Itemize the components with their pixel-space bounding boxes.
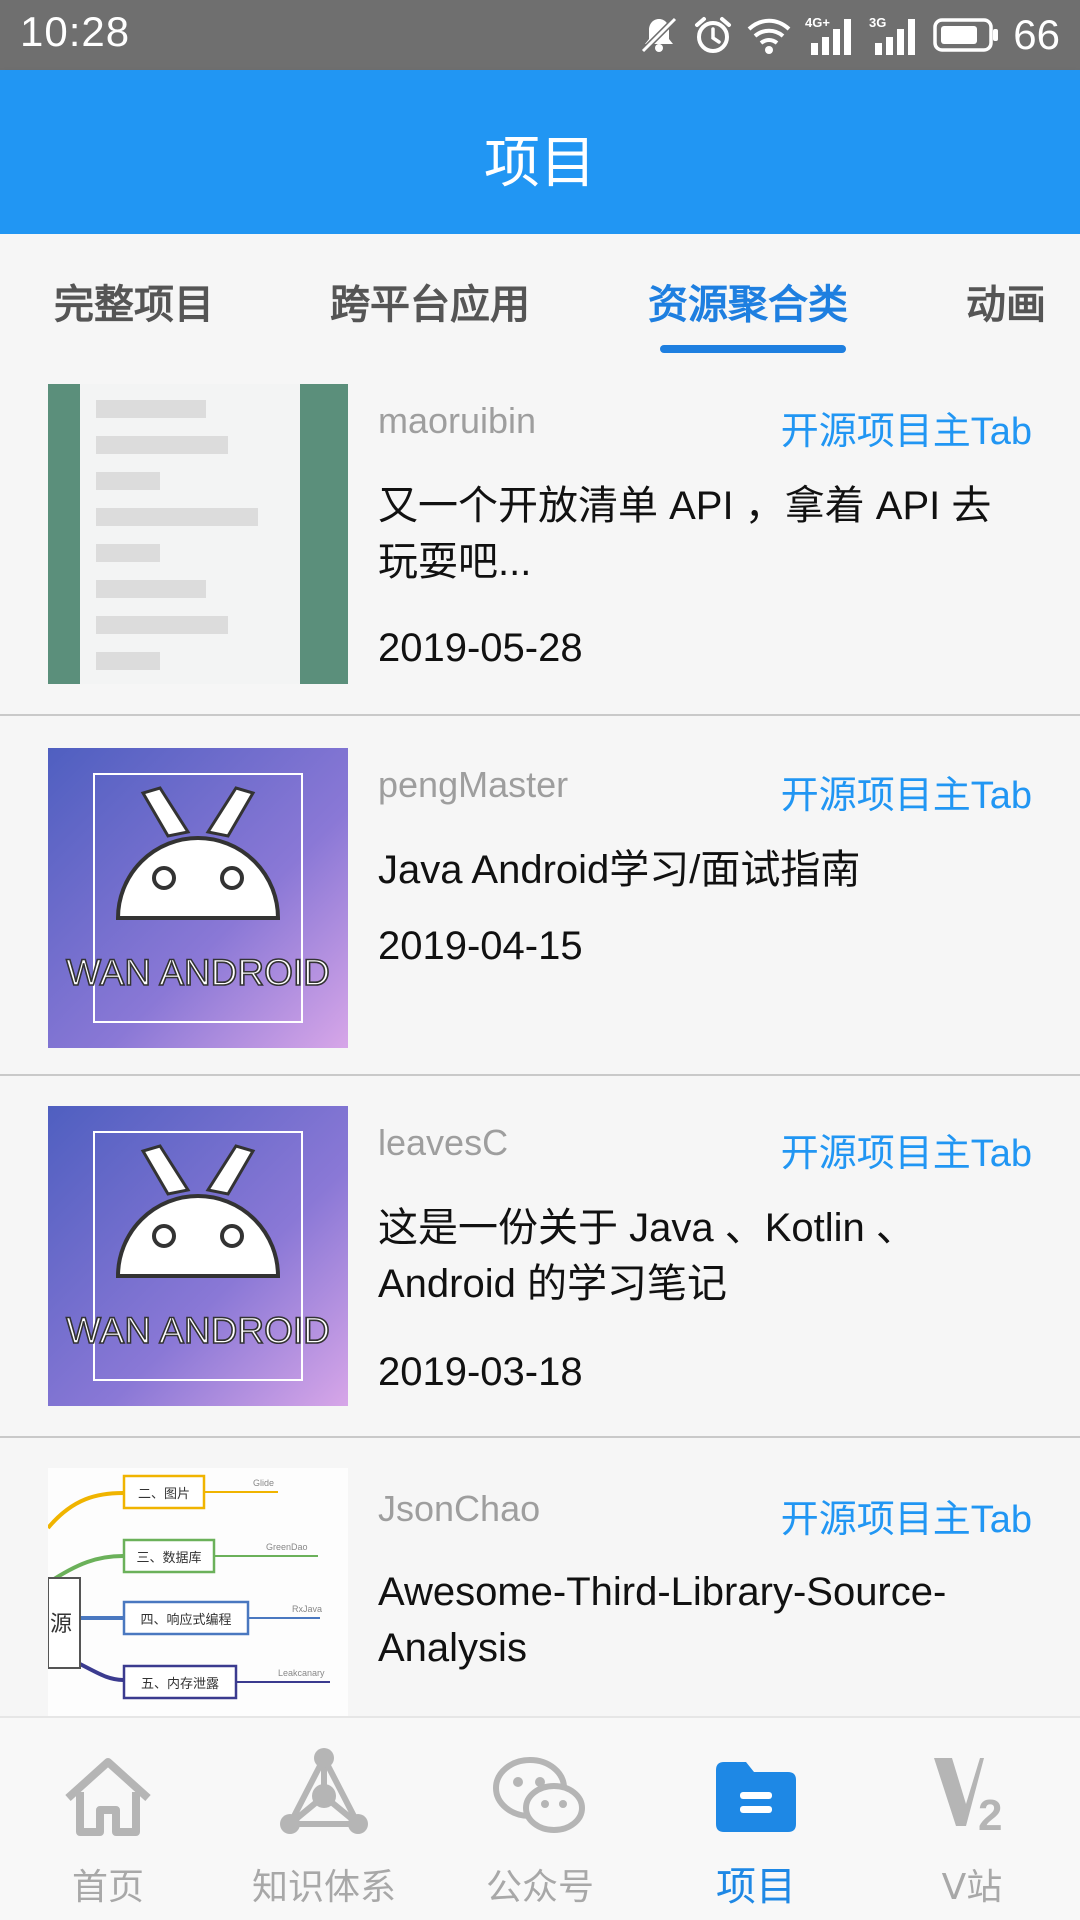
nav-v2[interactable]: 2 V站 (864, 1718, 1080, 1920)
battery-icon (933, 18, 999, 52)
mindmap-node: 五、内存泄露 (141, 1676, 219, 1692)
project-thumbnail: 源 二、图片 Glide 三、数据库 GreenDao 四、响应式编程 RxJa… (48, 1468, 348, 1716)
nav-projects[interactable]: 项目 (648, 1718, 864, 1920)
tab-resource-aggregation[interactable]: 资源聚合类 (648, 272, 848, 330)
mindmap-label: Glide (253, 1478, 274, 1488)
mindmap-node: 三、数据库 (136, 1550, 201, 1566)
nav-label: 首页 (71, 1867, 144, 1908)
wan-android-logo-text: WAN ANDROID (66, 952, 330, 993)
app-bar: 项目 (0, 70, 1080, 234)
category-tabs: 完整项目 跨平台应用 资源聚合类 动画 (0, 234, 1080, 354)
v2-icon: 2 (934, 1758, 1002, 1840)
bottom-navigation: 首页 知识体系 公众号 项目 2 V站 (0, 1716, 1080, 1920)
project-title[interactable]: Awesome-Third-Library-Source-Analysis (378, 1564, 1028, 1676)
nav-label: 项目 (716, 1864, 796, 1910)
project-title[interactable]: 这是一份关于 Java 、Kotlin 、Android 的学习笔记 (378, 1200, 1028, 1312)
wechat-icon (493, 1757, 585, 1833)
project-date: 2019-03-18 (378, 1350, 583, 1394)
alarm-icon (695, 17, 732, 53)
mindmap-center: 源 (50, 1612, 72, 1637)
project-tag[interactable]: 开源项目主Tab (781, 400, 1032, 455)
project-author: leavesC (378, 1122, 509, 1163)
network-icon (280, 1748, 368, 1834)
status-icons: 4G+ 3G 66 (639, 8, 1060, 62)
signal-3g-icon: 3G (869, 15, 916, 55)
project-thumbnail (48, 384, 348, 684)
tab-indicator (660, 345, 846, 353)
mute-icon (641, 16, 678, 54)
mindmap-label: RxJava (292, 1604, 322, 1614)
project-thumbnail: WAN ANDROID (48, 1106, 348, 1406)
project-title[interactable]: 又一个开放清单 API ，拿着 API 去玩耍吧... (378, 478, 1028, 590)
nav-label: 公众号 (485, 1867, 594, 1908)
project-author: pengMaster (378, 764, 569, 805)
project-item[interactable]: 源 二、图片 Glide 三、数据库 GreenDao 四、响应式编程 RxJa… (0, 1438, 1080, 1716)
mindmap-node: 四、响应式编程 (140, 1612, 231, 1628)
project-tag[interactable]: 开源项目主Tab (781, 764, 1032, 819)
signal-4g-icon: 4G+ (805, 15, 852, 55)
project-item[interactable]: WAN ANDROID pengMaster 开源项目主Tab Java And… (0, 716, 1080, 1076)
project-author: JsonChao (378, 1488, 541, 1529)
status-bar: 10:28 4G+ 3G 66 (0, 0, 1080, 70)
nav-label: 知识体系 (251, 1867, 396, 1908)
tab-animation[interactable]: 动画 (966, 272, 1046, 330)
tab-complete-projects[interactable]: 完整项目 (54, 272, 214, 330)
tab-cross-platform[interactable]: 跨平台应用 (330, 272, 530, 330)
svg-text:2: 2 (978, 1791, 1002, 1840)
nav-knowledge[interactable]: 知识体系 (216, 1718, 432, 1920)
project-tag[interactable]: 开源项目主Tab (781, 1122, 1032, 1177)
project-item[interactable]: WAN ANDROID leavesC 开源项目主Tab 这是一份关于 Java… (0, 1076, 1080, 1438)
project-date: 2019-04-15 (378, 924, 583, 968)
battery-level: 66 (1013, 11, 1060, 58)
project-author: maoruibin (378, 400, 537, 441)
project-tag[interactable]: 开源项目主Tab (781, 1488, 1032, 1543)
folder-icon (716, 1762, 796, 1832)
svg-text:4G+: 4G+ (805, 15, 830, 30)
wan-android-logo-text: WAN ANDROID (66, 1310, 330, 1351)
wifi-icon (747, 18, 791, 54)
nav-label: V站 (941, 1867, 1003, 1908)
mindmap-label: GreenDao (266, 1542, 308, 1552)
status-time: 10:28 (20, 8, 131, 55)
nav-wechat[interactable]: 公众号 (432, 1718, 648, 1920)
project-item[interactable]: maoruibin 开源项目主Tab 又一个开放清单 API ，拿着 API 去… (0, 356, 1080, 716)
project-date: 2019-05-28 (378, 626, 583, 670)
nav-home[interactable]: 首页 (0, 1718, 216, 1920)
mindmap-node: 二、图片 (138, 1487, 190, 1502)
page-title: 项目 (484, 131, 596, 196)
project-thumbnail: WAN ANDROID (48, 748, 348, 1048)
svg-text:3G: 3G (869, 15, 886, 30)
mindmap-label: Leakcanary (278, 1668, 325, 1678)
home-icon (65, 1758, 151, 1836)
project-title[interactable]: Java Android学习/面试指南 (378, 842, 1028, 898)
project-list: maoruibin 开源项目主Tab 又一个开放清单 API ，拿着 API 去… (0, 356, 1080, 1716)
